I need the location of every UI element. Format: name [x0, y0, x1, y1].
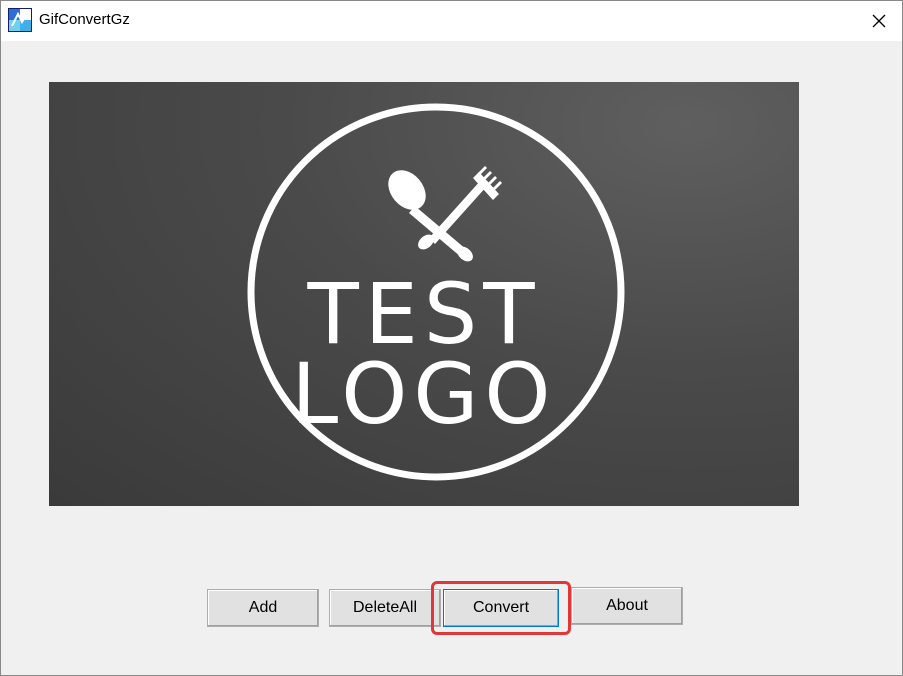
- spoon-fork-icon: [388, 166, 502, 262]
- title-bar[interactable]: GifConvertGz: [1, 1, 902, 41]
- window-title: GifConvertGz: [39, 11, 130, 28]
- delete-all-button[interactable]: DeleteAll: [329, 589, 441, 627]
- close-icon: [872, 14, 886, 28]
- app-icon: [8, 8, 32, 32]
- logo-text-line1: TEST: [307, 265, 541, 363]
- close-button[interactable]: [856, 1, 902, 41]
- logo-text-line2: LOGO: [291, 345, 557, 443]
- convert-button[interactable]: Convert: [443, 589, 559, 627]
- about-button[interactable]: About: [571, 587, 683, 625]
- app-window: GifConvertGz TEST LOGO Add DeleteAll Con…: [0, 0, 903, 676]
- add-button[interactable]: Add: [207, 589, 319, 627]
- image-preview: TEST LOGO: [49, 82, 799, 506]
